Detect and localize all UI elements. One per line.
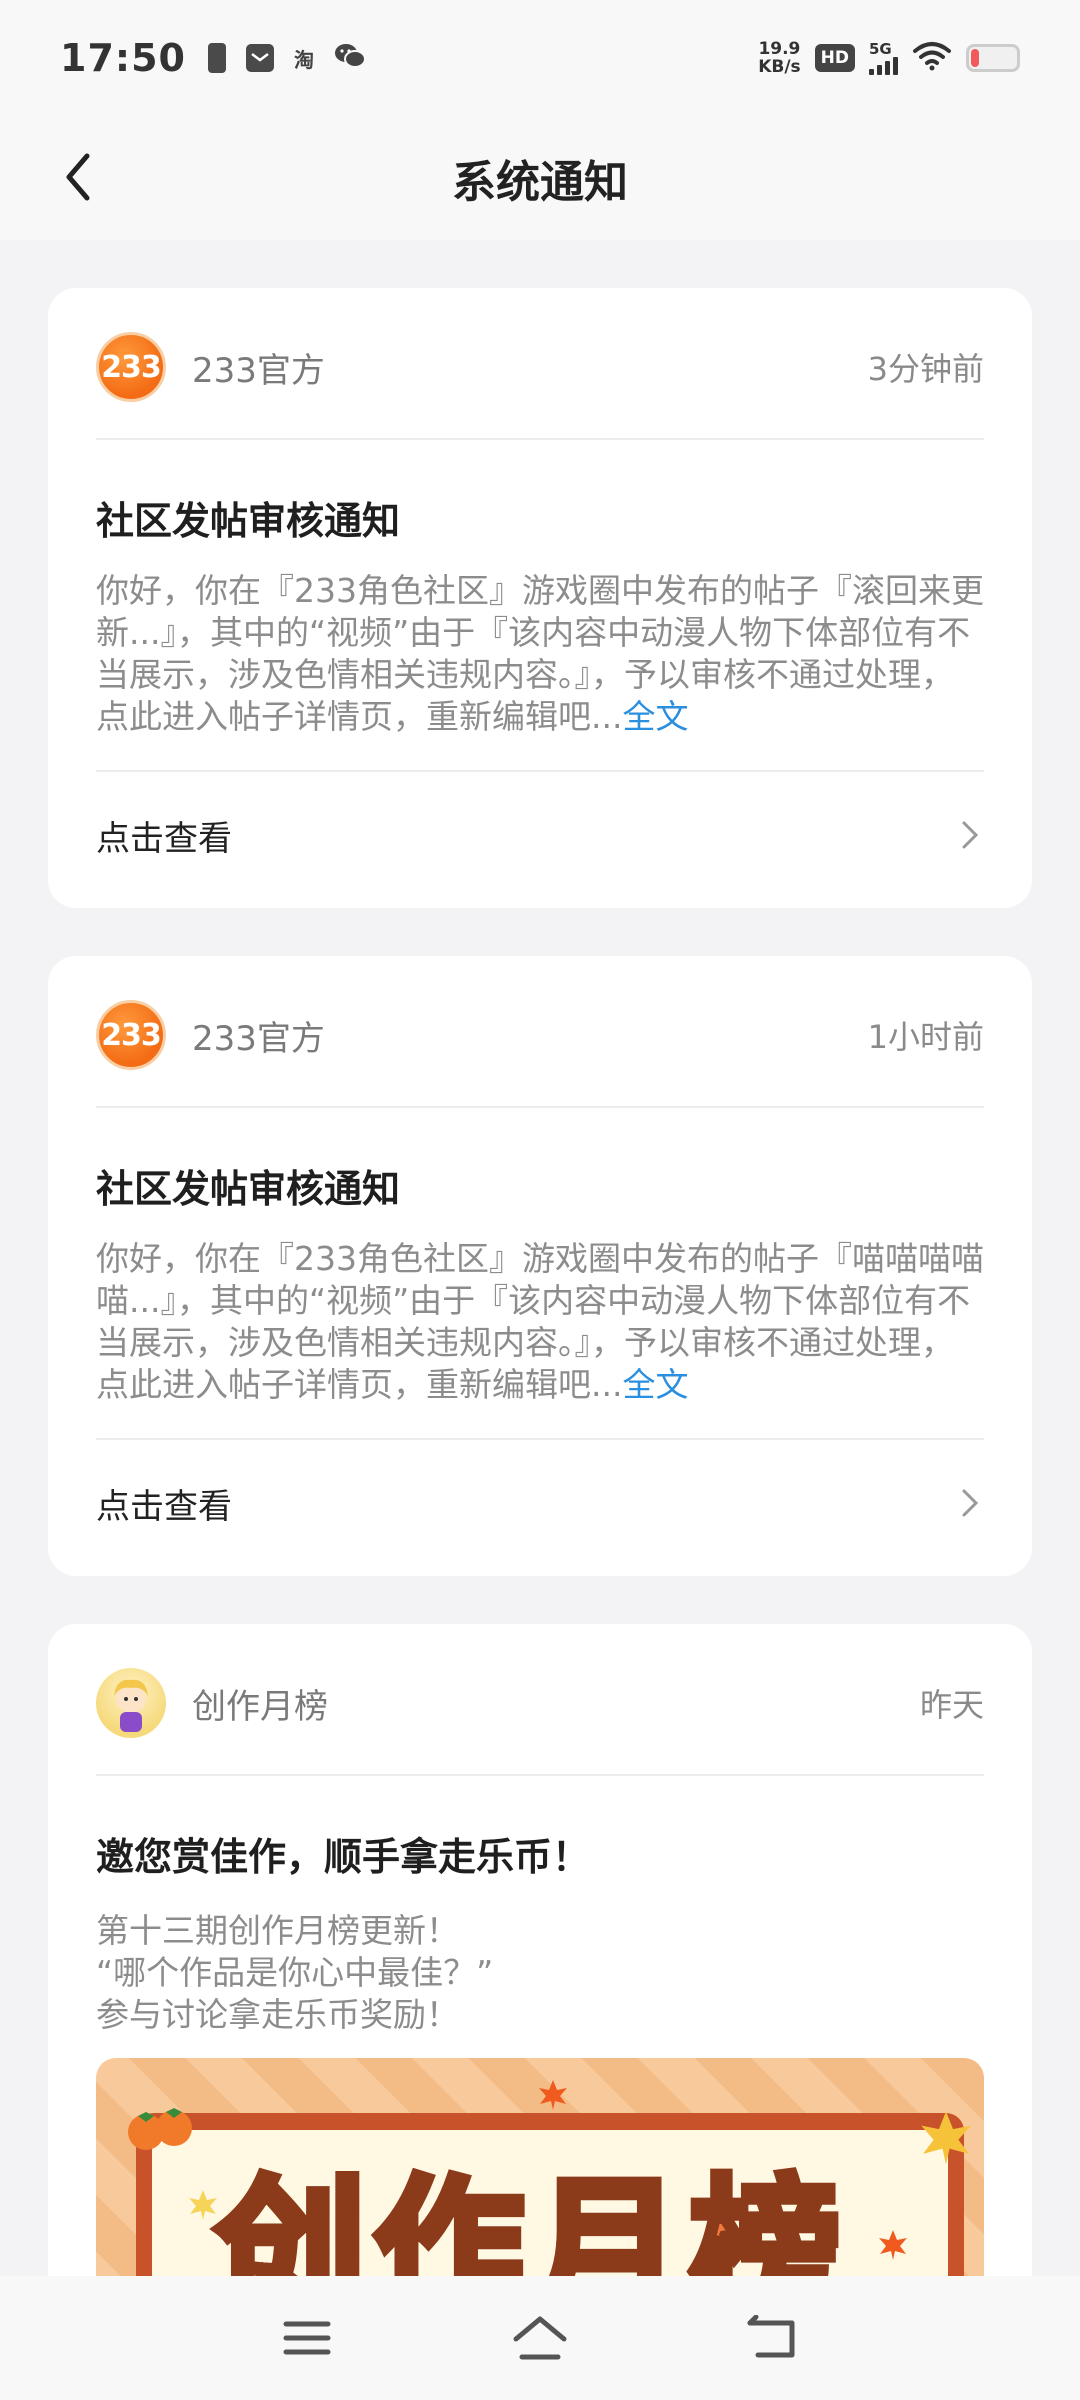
back-button[interactable] bbox=[48, 142, 108, 212]
view-details-label: 点击查看 bbox=[96, 818, 232, 859]
divider bbox=[96, 1774, 984, 1776]
network-speed-unit: KB/s bbox=[758, 57, 801, 77]
yellow-leaf-icon bbox=[921, 2111, 971, 2165]
notification-header: 创作月榜 昨天 bbox=[96, 1668, 984, 1738]
wechat-icon bbox=[334, 42, 366, 74]
back-nav-button[interactable] bbox=[738, 2303, 808, 2373]
maple-leaf-icon bbox=[539, 2080, 567, 2110]
title-bar: 系统通知 bbox=[0, 116, 1080, 240]
notification-body[interactable]: 你好，你在『233角色社区』游戏圈中发布的帖子『滚回来更新...』，其中的“视频… bbox=[96, 570, 984, 738]
notification-time: 1小时前 bbox=[867, 1018, 984, 1056]
character-avatar-icon bbox=[114, 1679, 148, 1732]
return-icon bbox=[747, 2315, 795, 2358]
notification-card[interactable]: 创作月榜 昨天 邀您赏佳作，顺手拿走乐币！ 第十三期创作月榜更新！ “哪个作品是… bbox=[48, 1624, 1032, 2344]
taobao-icon: 淘 bbox=[293, 47, 314, 72]
persimmon-icon bbox=[128, 2108, 192, 2150]
divider bbox=[96, 1438, 984, 1440]
home-button[interactable] bbox=[505, 2303, 575, 2373]
hd-badge: HD bbox=[814, 44, 855, 72]
page-title: 系统通知 bbox=[452, 157, 628, 208]
avatar: 233 bbox=[96, 1000, 166, 1070]
avatar bbox=[96, 1668, 166, 1738]
menu-button[interactable] bbox=[272, 2303, 342, 2373]
notification-body: 第十三期创作月榜更新！ “哪个作品是你心中最佳？” 参与讨论拿走乐币奖励！ bbox=[96, 1910, 984, 2036]
network-type: 5G bbox=[869, 39, 892, 58]
notification-body-text: 你好，你在『233角色社区』游戏圈中发布的帖子『喵喵喵喵喵...』，其中的“视频… bbox=[96, 1239, 984, 1404]
chevron-right-icon bbox=[956, 815, 984, 855]
chevron-right-icon bbox=[956, 1483, 984, 1523]
status-system-icons: 19.9 KB/s HD 5G bbox=[758, 40, 1020, 76]
home-icon bbox=[513, 2316, 567, 2360]
notification-title: 邀您赏佳作，顺手拿走乐币！ bbox=[96, 1835, 591, 1879]
status-notification-icons: 淘 bbox=[207, 42, 366, 74]
battery-icon bbox=[966, 44, 1020, 72]
sender-name: 创作月榜 bbox=[192, 1686, 328, 1727]
view-details-label: 点击查看 bbox=[96, 1486, 232, 1527]
sim-icon bbox=[207, 43, 226, 73]
network-speed-value: 19.9 bbox=[758, 39, 801, 59]
notification-time: 3分钟前 bbox=[867, 350, 984, 388]
notification-time: 昨天 bbox=[919, 1686, 984, 1724]
menu-icon bbox=[283, 2321, 331, 2355]
small-maple-leaf-icon bbox=[879, 2230, 907, 2260]
star-leaf-icon bbox=[189, 2190, 217, 2220]
divider bbox=[96, 438, 984, 440]
divider bbox=[96, 770, 984, 772]
battery-level bbox=[971, 49, 979, 67]
read-more-link[interactable]: 全文 bbox=[622, 1365, 688, 1404]
notification-body-text: 你好，你在『233角色社区』游戏圈中发布的帖子『滚回来更新...』，其中的“视频… bbox=[96, 571, 984, 736]
promo-banner[interactable]: 创作月榜 bbox=[96, 2058, 984, 2308]
read-more-link[interactable]: 全文 bbox=[622, 697, 688, 736]
wifi-icon bbox=[912, 41, 952, 75]
status-bar: 17:50 淘 19.9 KB/s HD 5G bbox=[0, 0, 1080, 116]
system-navigation-bar bbox=[0, 2276, 1080, 2400]
notification-header: 233 233官方 3分钟前 bbox=[96, 332, 984, 402]
body-line: 参与讨论拿走乐币奖励！ bbox=[96, 1995, 459, 2034]
message-app-icon bbox=[245, 44, 274, 72]
notification-card: 233 233官方 3分钟前 社区发帖审核通知 你好，你在『233角色社区』游戏… bbox=[48, 288, 1032, 908]
divider bbox=[96, 1106, 984, 1108]
signal-indicator: 5G bbox=[869, 39, 898, 75]
body-line: 第十三期创作月榜更新！ bbox=[96, 1911, 459, 1950]
sender-name: 233官方 bbox=[192, 350, 325, 391]
status-time: 17:50 bbox=[60, 36, 186, 80]
body-line: “哪个作品是你心中最佳？” bbox=[96, 1953, 494, 1992]
notification-card: 233 233官方 1小时前 社区发帖审核通知 你好，你在『233角色社区』游戏… bbox=[48, 956, 1032, 1576]
view-details-row[interactable]: 点击查看 bbox=[96, 800, 984, 870]
sender-name: 233官方 bbox=[192, 1018, 325, 1059]
notification-title: 社区发帖审核通知 bbox=[96, 1167, 401, 1211]
view-details-row[interactable]: 点击查看 bbox=[96, 1468, 984, 1538]
network-speed: 19.9 KB/s bbox=[758, 40, 800, 76]
notification-title: 社区发帖审核通知 bbox=[96, 499, 401, 543]
avatar: 233 bbox=[96, 332, 166, 402]
notification-header: 233 233官方 1小时前 bbox=[96, 1000, 984, 1070]
back-arrow-icon bbox=[66, 153, 90, 201]
notification-body[interactable]: 你好，你在『233角色社区』游戏圈中发布的帖子『喵喵喵喵喵...』，其中的“视频… bbox=[96, 1238, 984, 1406]
signal-bars-icon bbox=[869, 56, 898, 75]
